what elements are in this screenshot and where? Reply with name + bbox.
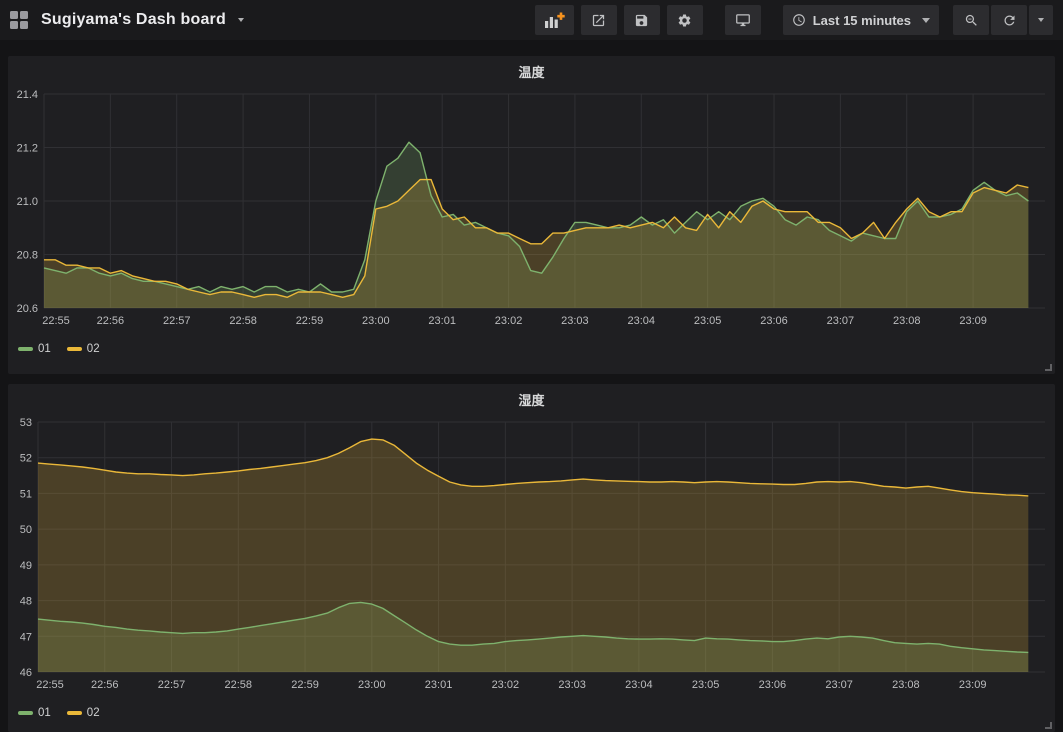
legend-item-02[interactable]: 02 xyxy=(67,707,100,719)
panel-humidity: 湿度 46 47 48 49 50 51 52 53 22:55 22:56 22:57 22:58 2… xyxy=(8,384,1055,732)
x-tick-label: 22:55 xyxy=(36,679,64,691)
settings-gear-icon xyxy=(677,13,692,28)
legend-item-01[interactable]: 01 xyxy=(18,707,51,719)
dashboard-title: Sugiyama's Dash board xyxy=(41,11,226,29)
x-tick-label: 23:05 xyxy=(694,315,722,327)
x-tick-label: 23:04 xyxy=(628,315,656,327)
x-tick-label: 23:01 xyxy=(425,679,453,691)
legend-color-dash xyxy=(18,347,33,351)
y-tick-label: 47 xyxy=(20,631,32,643)
x-tick-label: 23:02 xyxy=(495,315,523,327)
x-tick-label: 23:09 xyxy=(959,679,987,691)
refresh-interval-button[interactable] xyxy=(1029,5,1053,35)
x-tick-label: 23:01 xyxy=(428,315,456,327)
x-tick-label: 22:57 xyxy=(163,315,191,327)
legend-item-02[interactable]: 02 xyxy=(67,343,100,355)
y-tick-label: 50 xyxy=(20,524,32,536)
x-tick-label: 23:03 xyxy=(558,679,586,691)
legend-item-01[interactable]: 01 xyxy=(18,343,51,355)
x-tick-label: 22:58 xyxy=(225,679,253,691)
zoom-out-icon xyxy=(964,13,979,28)
x-tick-label: 23:06 xyxy=(759,679,787,691)
panel-resize-handle[interactable] xyxy=(1045,722,1052,729)
legend-color-dash xyxy=(18,711,33,715)
temperature-legend: 01 02 xyxy=(8,339,1055,355)
x-tick-label: 23:06 xyxy=(760,315,788,327)
x-tick-label: 23:03 xyxy=(561,315,589,327)
refresh-button[interactable] xyxy=(991,5,1027,35)
x-tick-label: 23:07 xyxy=(827,315,855,327)
y-tick-label: 20.6 xyxy=(17,303,38,315)
y-tick-label: 49 xyxy=(20,560,32,572)
save-icon xyxy=(634,13,649,28)
tv-mode-button[interactable] xyxy=(725,5,761,35)
x-tick-label: 23:02 xyxy=(492,679,520,691)
add-panel-icon xyxy=(544,12,565,28)
temperature-graph[interactable]: 20.6 20.8 21.0 21.2 21.4 22:55 22:56 22:57 22:58… xyxy=(8,82,1055,334)
x-tick-label: 22:58 xyxy=(229,315,257,327)
y-tick-label: 52 xyxy=(20,453,32,465)
x-tick-label: 22:59 xyxy=(291,679,319,691)
share-button[interactable] xyxy=(581,5,617,35)
x-tick-label: 23:07 xyxy=(825,679,853,691)
humidity-graph[interactable]: 46 47 48 49 50 51 52 53 22:55 22:56 22:57 22:58 22:5… xyxy=(8,410,1055,698)
x-tick-label: 22:59 xyxy=(296,315,324,327)
x-tick-label: 23:08 xyxy=(892,679,920,691)
clock-icon xyxy=(792,13,806,27)
refresh-interval-caret-icon xyxy=(1038,18,1044,22)
y-tick-label: 53 xyxy=(20,417,32,429)
tv-mode-icon xyxy=(735,13,751,28)
time-range-picker[interactable]: Last 15 minutes xyxy=(783,5,939,35)
share-icon xyxy=(591,13,606,28)
dashboards-grid-icon[interactable] xyxy=(10,11,29,30)
y-tick-label: 20.8 xyxy=(17,250,38,262)
zoom-out-button[interactable] xyxy=(953,5,989,35)
x-tick-label: 23:05 xyxy=(692,679,720,691)
settings-button[interactable] xyxy=(667,5,703,35)
y-tick-label: 46 xyxy=(20,667,32,679)
humidity-legend: 01 02 xyxy=(8,703,1055,719)
legend-color-dash xyxy=(67,347,82,351)
time-range-caret-icon xyxy=(922,18,930,23)
legend-label: 02 xyxy=(87,707,100,719)
refresh-icon xyxy=(1002,13,1017,28)
panel-resize-handle[interactable] xyxy=(1045,364,1052,371)
legend-label: 01 xyxy=(38,343,51,355)
x-tick-label: 22:55 xyxy=(42,315,70,327)
dashboard-title-menu[interactable]: Sugiyama's Dash board xyxy=(10,11,244,30)
y-tick-label: 48 xyxy=(20,596,32,608)
legend-color-dash xyxy=(67,711,82,715)
y-tick-label: 21.4 xyxy=(17,89,38,101)
y-tick-label: 51 xyxy=(20,488,32,500)
x-tick-label: 23:04 xyxy=(625,679,653,691)
x-tick-label: 22:56 xyxy=(91,679,119,691)
x-tick-label: 22:56 xyxy=(97,315,125,327)
y-tick-label: 21.2 xyxy=(17,143,38,155)
y-tick-label: 21.0 xyxy=(17,196,38,208)
panel-temperature: 温度 20.6 20.8 21.0 21.2 21.4 22:55 22:56 22:57 22… xyxy=(8,56,1055,374)
series-02-fill xyxy=(38,439,1028,672)
x-tick-label: 23:00 xyxy=(358,679,386,691)
legend-label: 02 xyxy=(87,343,100,355)
legend-label: 01 xyxy=(38,707,51,719)
time-range-label: Last 15 minutes xyxy=(813,13,911,28)
save-button[interactable] xyxy=(624,5,660,35)
x-tick-label: 22:57 xyxy=(158,679,186,691)
navbar: Sugiyama's Dash board xyxy=(0,0,1063,40)
add-panel-button[interactable] xyxy=(535,5,574,35)
x-tick-label: 23:00 xyxy=(362,315,390,327)
panel-title-temperature[interactable]: 温度 xyxy=(8,56,1055,82)
x-tick-label: 23:09 xyxy=(959,315,987,327)
dashboard-caret-icon[interactable] xyxy=(238,18,244,22)
x-tick-label: 23:08 xyxy=(893,315,921,327)
panel-title-humidity[interactable]: 湿度 xyxy=(8,384,1055,410)
